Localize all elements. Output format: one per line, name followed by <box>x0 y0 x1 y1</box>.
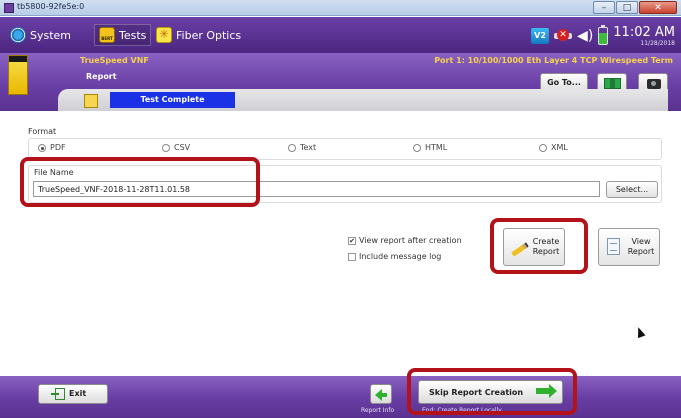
exit-label: Exit <box>69 389 87 398</box>
format-option-pdf[interactable]: PDF <box>38 143 66 152</box>
left-arrow-icon <box>375 389 387 401</box>
screen-title: Report <box>86 72 117 81</box>
skip-caption: End: Create Report Locally <box>422 407 502 414</box>
format-option-label: Text <box>300 143 317 152</box>
bert-icon <box>99 27 115 43</box>
module-icon <box>8 55 28 95</box>
checkbox-label: View report after creation <box>359 236 462 245</box>
exit-door-icon <box>51 388 65 400</box>
view-after-creation-checkbox[interactable]: ✔ View report after creation <box>348 236 462 245</box>
minimize-icon: – <box>601 3 607 13</box>
clock-date: 11/28/2018 <box>640 39 675 47</box>
skip-report-creation-button[interactable]: Skip Report Creation <box>418 380 563 404</box>
view-report-line1: View <box>631 237 651 246</box>
clock: 11:02 AM 11/28/2018 <box>613 24 675 47</box>
window-titlebar: tb5800-92fe5e:0 – □ ✕ <box>0 0 681 16</box>
report-info-caption: Report Info <box>361 407 395 414</box>
file-name-label: File Name <box>34 168 74 177</box>
layout-icon <box>604 78 621 89</box>
radio-empty-icon <box>162 143 170 152</box>
format-option-label: CSV <box>174 143 191 152</box>
close-icon: ✕ <box>654 3 662 13</box>
app-icon <box>4 3 14 13</box>
skip-label: Skip Report Creation <box>429 388 524 397</box>
menu-system-label: System <box>30 28 72 42</box>
minimize-button[interactable]: – <box>593 1 615 14</box>
menu-system[interactable]: System <box>10 25 71 45</box>
format-label: Format <box>28 127 57 136</box>
format-option-text[interactable]: Text <box>288 143 316 152</box>
exit-button[interactable]: Exit <box>38 384 108 404</box>
create-report-line1: Create <box>532 237 560 246</box>
close-button[interactable]: ✕ <box>639 1 677 14</box>
port-info: Port 1: 10/100/1000 Eth Layer 4 TCP Wire… <box>434 56 673 65</box>
network-disconnected-icon[interactable]: ✕ <box>554 28 573 44</box>
file-name-input[interactable] <box>33 181 600 197</box>
camera-icon <box>647 79 661 89</box>
battery-icon[interactable] <box>598 25 609 45</box>
format-option-label: HTML <box>425 143 448 152</box>
view-report-line2: Report <box>627 247 655 256</box>
create-report-button[interactable]: Create Report <box>503 228 565 266</box>
module-name: TrueSpeed VNF <box>80 56 149 65</box>
menu-fiber-label: Fiber Optics <box>176 28 242 42</box>
status-area: V2 ✕ ◀) 11:02 AM 11/28/2018 <box>531 23 675 49</box>
format-option-label: XML <box>551 143 568 152</box>
speaker-icon[interactable]: ◀) <box>577 28 593 44</box>
menu-fiber-optics[interactable]: Fiber Optics <box>156 25 241 45</box>
clock-time: 11:02 AM <box>613 24 675 40</box>
report-info-button[interactable] <box>370 384 392 404</box>
v2-badge-icon[interactable]: V2 <box>531 28 550 44</box>
top-menu-bar: System Tests Fiber Optics V2 ✕ ◀) 11:02 … <box>0 17 681 53</box>
error-x-icon: ✕ <box>557 29 570 41</box>
radio-empty-icon <box>288 143 296 152</box>
maximize-icon: □ <box>622 3 632 13</box>
menu-tests[interactable]: Tests <box>94 24 152 46</box>
format-option-csv[interactable]: CSV <box>162 143 190 152</box>
create-report-line2: Report <box>532 247 560 256</box>
window-controls: – □ ✕ <box>593 1 677 14</box>
checkbox-checked-icon: ✔ <box>348 236 356 245</box>
view-report-label: View Report <box>624 237 658 257</box>
document-icon <box>607 238 620 255</box>
format-option-html[interactable]: HTML <box>413 143 447 152</box>
radio-selected-icon <box>38 143 46 152</box>
select-button[interactable]: Select... <box>606 181 658 198</box>
module-header: TrueSpeed VNF Report Port 1: 10/100/1000… <box>0 53 681 111</box>
pencil-icon <box>511 242 529 257</box>
checkbox-empty-icon <box>348 252 356 261</box>
create-report-label: Create Report <box>529 237 563 257</box>
test-status-badge: Test Complete <box>110 92 235 108</box>
app-frame: tb5800-92fe5e:0 – □ ✕ System Tests Fiber… <box>0 0 681 418</box>
radio-empty-icon <box>413 143 421 152</box>
menu-tests-label: Tests <box>119 28 147 42</box>
include-message-log-checkbox[interactable]: Include message log <box>348 252 441 261</box>
system-gear-icon <box>10 27 26 43</box>
checkbox-label: Include message log <box>359 252 442 261</box>
format-option-xml[interactable]: XML <box>539 143 568 152</box>
note-icon[interactable] <box>84 94 98 108</box>
fiber-star-icon <box>156 27 172 43</box>
right-arrow-icon <box>536 384 557 398</box>
format-option-label: PDF <box>50 143 66 152</box>
radio-empty-icon <box>539 143 547 152</box>
maximize-button[interactable]: □ <box>616 1 638 14</box>
view-report-button[interactable]: View Report <box>598 228 660 266</box>
window-title: tb5800-92fe5e:0 <box>17 2 85 11</box>
